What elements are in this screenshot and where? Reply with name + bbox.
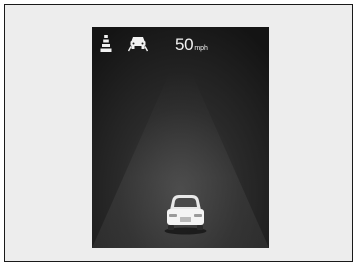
instrument-display: 50mph — [92, 27, 269, 248]
vehicle-ahead-icon — [164, 195, 207, 235]
speed-unit: mph — [194, 45, 208, 52]
set-speed-readout: 50mph — [175, 36, 208, 57]
speed-value: 50 — [175, 35, 194, 54]
status-bar: 50mph — [92, 27, 269, 57]
lane-keeping-icon — [100, 35, 112, 52]
lane-departure-icon — [128, 37, 148, 52]
figure-frame: 50mph — [4, 4, 353, 262]
